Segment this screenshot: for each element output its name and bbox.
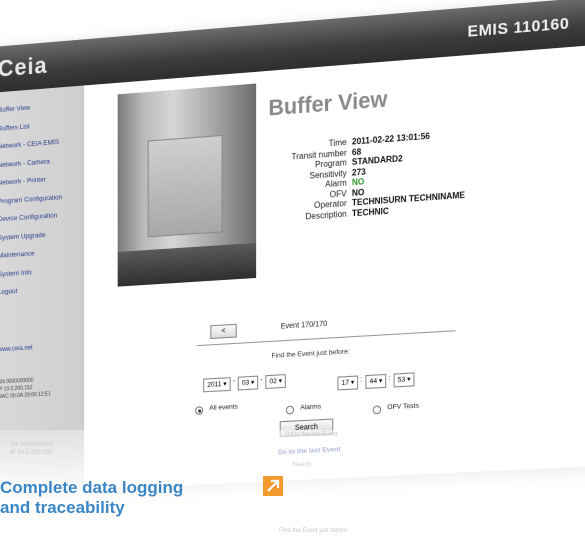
sidebar-item-network-printer[interactable]: Network - Printer [0,174,83,187]
sidebar-item-network-ceia[interactable]: Network - CEIA EMIS [0,137,83,151]
event-details: Time 2011-02-22 13:01:56 Transit number 68… [264,129,465,225]
sidebar-item-buffers-list[interactable]: Buffers List [0,119,83,133]
minute-select[interactable]: 44 ▾ [365,373,387,389]
date-separator: - [232,377,236,386]
caption-line-1: Complete data logging [0,478,184,497]
top-bar: Ceia EMIS 110160 [0,0,585,93]
day-select[interactable]: 02 ▾ [265,374,287,390]
label-alarms: Alarms [300,403,322,412]
previous-event-button[interactable]: < [210,323,237,340]
date-separator: - [260,376,263,384]
device-title: EMIS 110160 [467,14,570,42]
reflection-text: SN 0000000000 [10,442,54,448]
radio-all-events[interactable] [195,406,204,415]
reflection-text: Search [292,462,312,468]
sidebar-item-program-configuration[interactable]: Program Configuration [0,192,83,205]
gate-floor [117,242,257,287]
reflection-text: IP 10.0.200.152 [10,450,53,456]
gate-door [147,134,223,238]
mac-address: MAC 00:0A:29:00:12:E1 [0,391,51,401]
radio-ofv-tests[interactable] [372,405,382,415]
second-select[interactable]: 53 ▾ [393,372,415,388]
time-separator: : [360,376,363,384]
event-counter: Event 170/170 [280,320,328,331]
website-link[interactable]: www.ceia.net [0,345,33,353]
arrow-icon [263,476,283,496]
feature-caption: Complete data logging and traceability [0,478,183,518]
ceia-logo: Ceia [0,51,48,82]
label-ofv-tests: OFV Tests [387,402,419,412]
hour-select[interactable]: 17 ▾ [337,375,359,391]
find-event-label: Find the Event just before: [271,348,350,360]
month-select[interactable]: 03 ▾ [237,375,259,391]
sidebar-item-system-info[interactable]: System Info [0,265,83,278]
reflection-text: Find the Event just before: [279,528,350,534]
time-separator: : [388,374,391,383]
sidebar-item-device-configuration[interactable]: Device Configuration [0,210,83,223]
reflection-text: Go to the last Event [285,432,338,438]
label-all-events: All events [209,403,238,413]
device-info: SN 0000000000 IP 10.0.200.152 MAC 00:0A:… [0,377,51,402]
gate-camera-image [117,83,257,287]
radio-alarms[interactable] [285,405,295,415]
sidebar-item-system-upgrade[interactable]: System Upgrade [0,229,83,242]
sidebar-item-network-camera[interactable]: Network - Camera [0,155,83,169]
caption-line-2: and traceability [0,498,125,517]
sidebar-item-logout[interactable]: Logout [0,284,83,297]
emis-screen: Ceia EMIS 110160 Buffer View Buffers Lis… [0,0,585,495]
sidebar-item-maintenance[interactable]: Maintenance [0,247,83,260]
year-select[interactable]: 2011 ▾ [203,377,231,393]
page-title: Buffer View [268,87,388,121]
